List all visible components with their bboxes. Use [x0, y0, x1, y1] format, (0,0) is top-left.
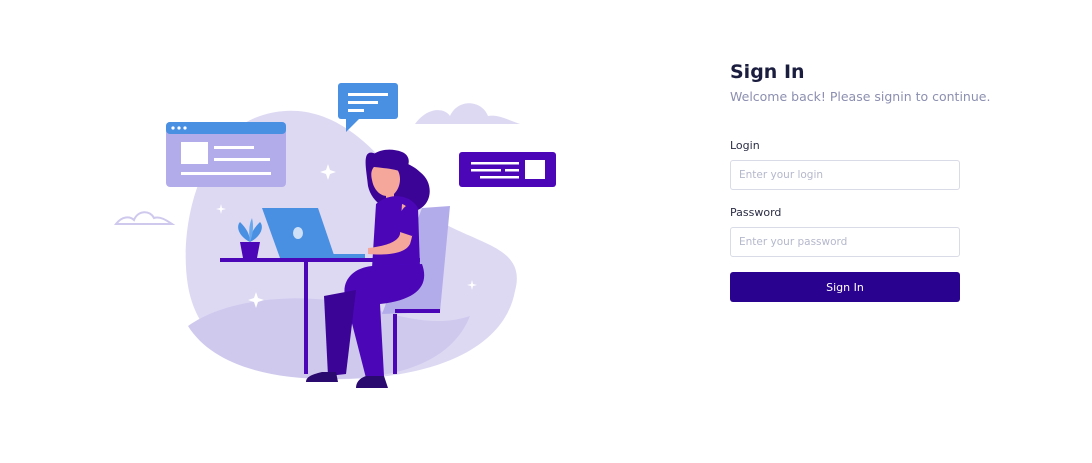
- hero-illustration: [110, 76, 570, 411]
- page-subtitle: Welcome back! Please signin to continue.: [730, 89, 991, 104]
- browser-window-icon: [166, 122, 286, 187]
- message-card-icon: [459, 152, 556, 187]
- signin-form: Sign In Welcome back! Please signin to c…: [730, 60, 991, 302]
- login-label: Login: [730, 139, 760, 152]
- password-input[interactable]: [730, 227, 960, 257]
- chat-bubble-icon: [338, 83, 398, 132]
- cloud-icon: [113, 211, 176, 225]
- woman-at-laptop-illustration: [113, 83, 556, 388]
- cloud-icon: [415, 103, 520, 124]
- signin-button[interactable]: Sign In: [730, 272, 960, 302]
- password-label: Password: [730, 206, 782, 219]
- page-title: Sign In: [730, 61, 805, 83]
- login-input[interactable]: [730, 160, 960, 190]
